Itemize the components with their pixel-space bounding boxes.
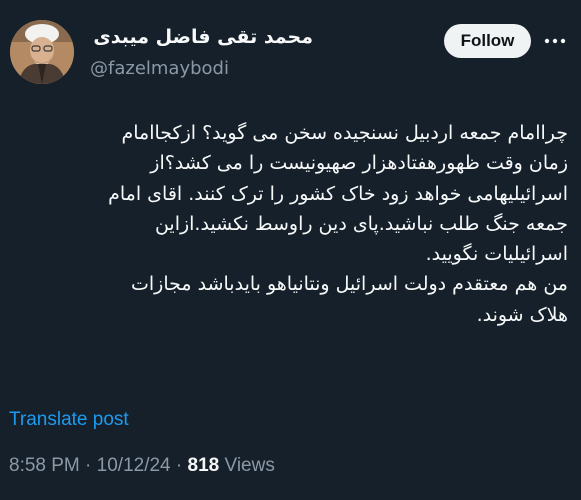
tweet-text-line: زمان وقت ظهورهفتادهزار صهیونیست را می کش…	[150, 152, 568, 175]
tweet-text-line: اسرائیلیات نگویید.	[425, 243, 568, 266]
tweet-time[interactable]: 8:58 PM	[9, 455, 80, 476]
avatar-photo	[10, 20, 74, 84]
tweet-card: محمد تقی فاضل میبدی @fazelmaybodi Follow…	[0, 0, 581, 500]
tweet-date[interactable]: 10/12/24	[97, 455, 171, 476]
views-count: 818	[187, 455, 220, 476]
tweet-text-line: چراامام جمعه اردبیل نسنجیده سخن می گوید؟…	[121, 122, 568, 144]
avatar[interactable]	[10, 20, 74, 84]
tweet-text-line: اسرائیلیهامی خواهد زود خاک کشور را ترک ک…	[108, 182, 568, 205]
tweet-text: چراامام جمعه اردبیل نسنجیده سخن می گوید؟…	[12, 118, 568, 330]
tweet-text-line: من هم معتقدم دولت اسرائیل ونتانیاهو باید…	[131, 273, 568, 296]
translate-post-link[interactable]: Translate post	[9, 409, 129, 431]
tweet-text-line: هلاک شوند.	[476, 303, 568, 326]
tweet-text-line: جمعه جنگ طلب نباشید.پای دین راوسط نکشید.…	[154, 212, 568, 235]
author-name-row: محمد تقی فاضل میبدی	[93, 26, 313, 48]
meta-separator: ·	[85, 455, 92, 476]
author-display-name[interactable]: محمد تقی فاضل میبدی	[93, 26, 313, 48]
tweet-meta: 8:58 PM · 10/12/24 · 818 Views	[9, 455, 275, 477]
follow-button[interactable]: Follow	[444, 24, 531, 58]
views-label: Views	[224, 455, 275, 476]
more-dots-icon[interactable]	[542, 32, 568, 50]
author-handle[interactable]: @fazelmaybodi	[90, 58, 229, 79]
meta-separator: ·	[175, 455, 183, 476]
